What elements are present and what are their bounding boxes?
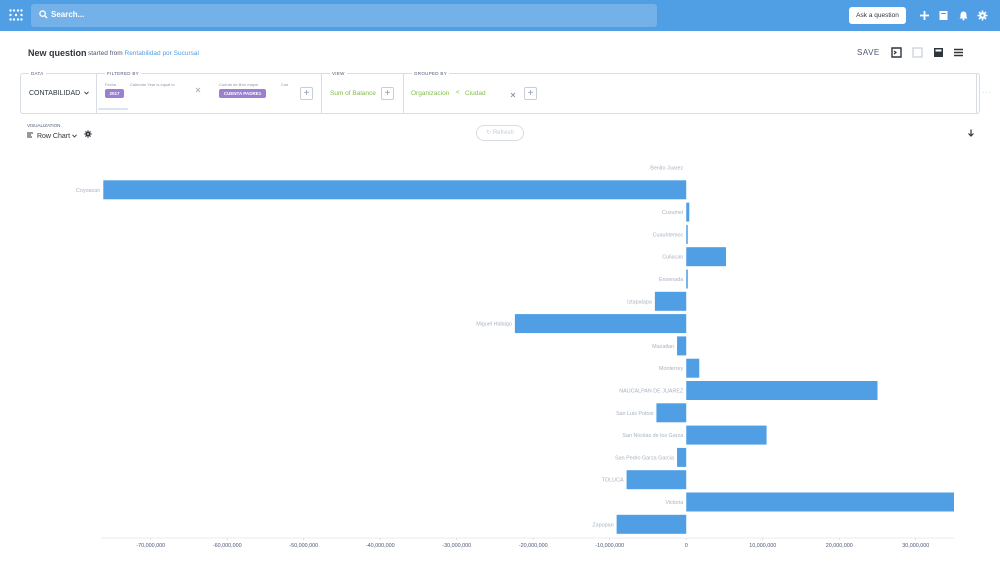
chart-bar[interactable] — [686, 202, 690, 222]
category-label: NAUCALPAN DE JUAREZ — [619, 389, 684, 395]
x-tick-label: 0 — [685, 543, 688, 549]
category-label: San Nicolas de los Garza — [622, 433, 683, 439]
x-tick-label: -30,000,000 — [442, 543, 471, 549]
category-label: Victoria — [665, 500, 683, 506]
chart-bar[interactable] — [616, 514, 687, 534]
category-label: Culiacan — [662, 255, 683, 261]
category-label: Coyoacan — [76, 188, 100, 194]
x-tick-label: -10,000,000 — [595, 543, 624, 549]
category-label: Cozumel — [662, 210, 683, 216]
chart-bar[interactable] — [686, 247, 727, 267]
chart-bar[interactable] — [514, 314, 687, 334]
chart-bar[interactable] — [686, 358, 700, 378]
category-label: TOLUCA — [602, 478, 624, 484]
x-tick-label: -50,000,000 — [289, 543, 318, 549]
x-tick-label: -60,000,000 — [213, 543, 242, 549]
category-label: Zapopan — [592, 522, 613, 528]
x-tick-label: 10,000,000 — [749, 543, 776, 549]
chart-bar[interactable] — [677, 336, 687, 356]
x-tick-label: -40,000,000 — [366, 543, 395, 549]
category-label: Ensenada — [659, 277, 683, 283]
chart-bar[interactable] — [677, 447, 687, 467]
category-label: Miguel Hidalgo — [476, 322, 512, 328]
category-label: Cuauhtemoc — [653, 232, 684, 238]
chart-bar[interactable] — [686, 224, 688, 244]
row-chart: Benito Juarez Coyoacan Cozumel Cuauhtemoc Cu… — [76, 166, 954, 549]
category-label: Monterrey — [659, 366, 684, 372]
chart-bar[interactable] — [686, 492, 954, 512]
chart-bar[interactable] — [686, 269, 688, 289]
x-tick-label: -70,000,000 — [136, 543, 165, 549]
category-label: Mazatlan — [652, 344, 674, 350]
x-tick-label: -20,000,000 — [519, 543, 548, 549]
category-label: Iztapalapa — [627, 299, 652, 305]
chart-bar[interactable] — [654, 291, 687, 311]
category-label: San Pedro Garza Garcia — [615, 455, 674, 461]
x-tick-label: 20,000,000 — [826, 543, 853, 549]
chart-bar[interactable] — [686, 425, 767, 445]
chart-bar[interactable] — [103, 180, 687, 200]
chart-bar[interactable] — [656, 403, 687, 423]
x-tick-label: 30,000,000 — [902, 543, 929, 549]
category-label: Benito Juarez — [650, 166, 683, 172]
category-label: San Luis Potosi — [616, 411, 653, 417]
chart-bar[interactable] — [686, 381, 878, 400]
chart-bar[interactable] — [626, 470, 687, 490]
